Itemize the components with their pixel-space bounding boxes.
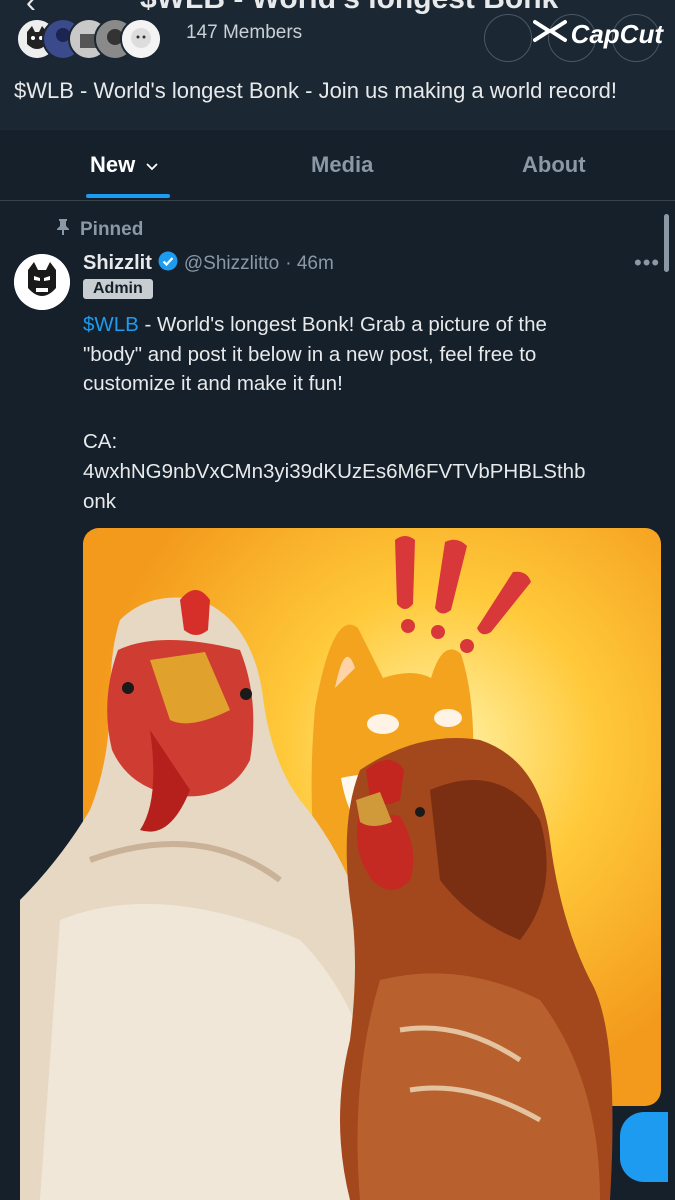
ca-label: CA:	[83, 430, 118, 453]
post-time: · 46m	[285, 252, 334, 274]
tab-about[interactable]: About	[522, 152, 586, 178]
chevron-down-icon	[145, 153, 159, 179]
verified-icon	[158, 251, 178, 276]
post-text-line3: customize it and make it fun!	[83, 372, 343, 395]
community-description: $WLB - World's longest Bonk - Join us ma…	[14, 78, 617, 103]
member-avatar	[120, 18, 162, 60]
post-body: $WLB - World's longest Bonk! Grab a pict…	[83, 310, 663, 399]
more-dots-icon[interactable]: •••	[634, 250, 660, 276]
post-text-line1: - World's longest Bonk! Grab a picture o…	[138, 313, 547, 336]
pinned-label: Pinned	[80, 219, 144, 240]
author-handle[interactable]: @Shizzlitto	[184, 253, 279, 275]
back-arrow-icon[interactable]: ‹	[26, 0, 36, 20]
capcut-text: CapCut	[570, 19, 663, 49]
ca-value-wrap: onk	[83, 490, 117, 513]
pin-icon	[56, 218, 70, 242]
member-count[interactable]: 147 Members	[186, 22, 302, 44]
tab-new-label: New	[90, 152, 136, 177]
tab-media[interactable]: Media	[311, 152, 373, 178]
post-author-row: Shizzlit @Shizzlitto · 46m	[83, 251, 334, 276]
active-tab-indicator	[86, 194, 170, 198]
member-avatars[interactable]	[16, 18, 176, 60]
compose-fab-button[interactable]	[620, 1112, 668, 1182]
chicken-sticker-image	[20, 590, 613, 1200]
community-tabs: New Media About	[0, 130, 675, 201]
post-text-line2: "body" and post it below in a new post, …	[83, 342, 537, 366]
tab-new[interactable]: New	[90, 152, 159, 179]
admin-badge: Admin	[83, 279, 153, 299]
author-avatar[interactable]	[14, 254, 70, 310]
community-header: ‹ $WLB - World's longest Bonk 147 Member…	[0, 0, 675, 130]
community-title: $WLB - World's longest Bonk	[140, 0, 558, 16]
ca-value: 4wxhNG9nbVxCMn3yi39dKUzEs6M6FVTVbPHBLSth…	[83, 460, 586, 483]
cashtag-link[interactable]: $WLB	[83, 313, 139, 336]
pin-button[interactable]	[484, 14, 532, 62]
capcut-watermark: CapCut	[532, 18, 663, 51]
pinned-indicator: Pinned	[56, 218, 143, 242]
capcut-logo-icon	[532, 18, 567, 51]
scrollbar[interactable]	[664, 214, 669, 272]
author-name[interactable]: Shizzlit	[83, 252, 152, 275]
